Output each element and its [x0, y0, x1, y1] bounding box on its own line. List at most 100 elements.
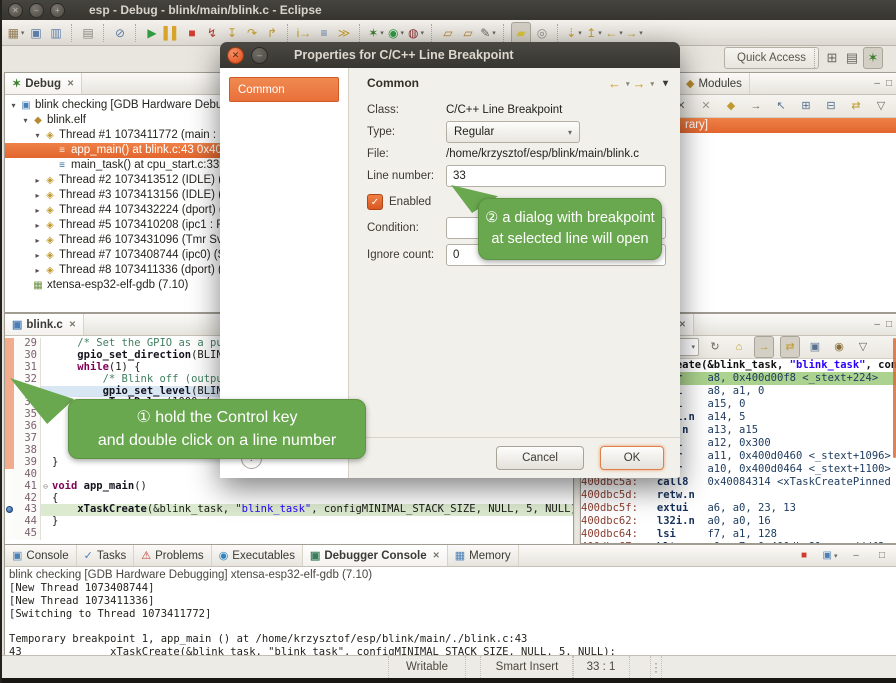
- save-icon[interactable]: ▣: [27, 23, 45, 43]
- editor-gutter[interactable]: [5, 433, 14, 445]
- open-perspective-icon[interactable]: ⊞: [823, 48, 841, 68]
- use-step-filters-icon[interactable]: ≫: [335, 23, 353, 43]
- expander-icon[interactable]: ▸: [32, 218, 43, 233]
- editor-gutter[interactable]: [5, 397, 14, 409]
- ok-button[interactable]: OK: [600, 446, 664, 470]
- line-number[interactable]: 40: [14, 469, 41, 481]
- suspend-icon[interactable]: ▌▌: [163, 23, 181, 43]
- new-wizard-icon[interactable]: ▦▾: [7, 23, 25, 43]
- tab-memory[interactable]: ▦Memory: [448, 545, 519, 566]
- maximize-icon[interactable]: □: [873, 546, 891, 566]
- instruction-stepping-icon[interactable]: i→: [295, 23, 313, 43]
- dialog-close-button[interactable]: ✕: [227, 47, 244, 64]
- expander-icon[interactable]: ▾: [20, 113, 31, 128]
- sidebar-item-common[interactable]: Common: [229, 77, 339, 102]
- expander-icon[interactable]: ▸: [32, 188, 43, 203]
- tab-problems[interactable]: ⚠Problems: [134, 545, 211, 566]
- cpp-perspective-icon[interactable]: ▤: [843, 48, 861, 68]
- step-into-icon[interactable]: ↧: [223, 23, 241, 43]
- editor-gutter[interactable]: [5, 445, 14, 457]
- expander-icon[interactable]: ▸: [32, 173, 43, 188]
- run-dropdown-icon[interactable]: ◉▾: [387, 23, 405, 43]
- refresh-icon[interactable]: ↻: [706, 337, 724, 357]
- previous-edit-location-icon[interactable]: ↥▾: [585, 23, 603, 43]
- back-icon[interactable]: ←: [608, 76, 621, 91]
- deselect-icon[interactable]: ↖: [772, 96, 790, 116]
- home-icon[interactable]: ⌂: [730, 337, 748, 357]
- linked-resources-icon[interactable]: ◎: [533, 23, 551, 43]
- save-all-icon[interactable]: ▥: [47, 23, 65, 43]
- view-menu-icon[interactable]: ▽: [872, 96, 890, 116]
- tab-modules[interactable]: ◆ Modules: [679, 73, 750, 94]
- new-view-icon[interactable]: ▣: [806, 337, 824, 357]
- window-minimize-button[interactable]: –: [29, 3, 44, 18]
- expander-icon[interactable]: ▾: [32, 128, 43, 143]
- status-drag-handle[interactable]: ⋮: [650, 656, 662, 678]
- back-icon[interactable]: ←▾: [605, 23, 623, 43]
- chevron-down-icon[interactable]: ▾: [650, 80, 654, 88]
- maximize-icon[interactable]: □: [886, 78, 892, 89]
- last-edit-location-icon[interactable]: ⇣▾: [565, 23, 583, 43]
- external-tools-dropdown-icon[interactable]: ◍▾: [407, 23, 425, 43]
- line-number[interactable]: 30: [14, 350, 41, 362]
- expander-icon[interactable]: ▸: [32, 248, 43, 263]
- line-number[interactable]: 45: [14, 528, 41, 540]
- load-symbols-icon[interactable]: ◆: [722, 96, 740, 116]
- minimize-icon[interactable]: –: [874, 319, 880, 330]
- expander-icon[interactable]: ▸: [32, 263, 43, 278]
- close-icon[interactable]: ✕: [67, 78, 74, 89]
- maximize-icon[interactable]: □: [886, 319, 892, 330]
- breakpoint-marker[interactable]: [5, 504, 14, 516]
- editor-gutter[interactable]: [5, 421, 14, 433]
- tab-executables[interactable]: ◉Executables: [212, 545, 303, 566]
- line-number[interactable]: 31: [14, 362, 41, 374]
- expander-icon[interactable]: ▾: [8, 98, 19, 113]
- annotate-icon[interactable]: ✎▾: [479, 23, 497, 43]
- quick-access-button[interactable]: Quick Access: [724, 47, 819, 69]
- close-icon[interactable]: ✕: [433, 550, 440, 561]
- editor-gutter[interactable]: [5, 457, 14, 469]
- track-expression-icon[interactable]: →: [754, 336, 774, 358]
- pin-icon[interactable]: ◉: [830, 337, 848, 357]
- collapse-all-icon[interactable]: ⊟: [822, 96, 840, 116]
- window-close-button[interactable]: ✕: [8, 3, 23, 18]
- editor-gutter[interactable]: [5, 386, 14, 398]
- editor-gutter[interactable]: [5, 516, 14, 528]
- tab-blink-c[interactable]: ▣ blink.c ✕: [5, 314, 84, 335]
- editor-gutter[interactable]: [5, 362, 14, 374]
- mark-occurrences-icon[interactable]: ▰: [511, 22, 531, 44]
- resume-icon[interactable]: ▶: [143, 23, 161, 43]
- remove-all-modules-icon[interactable]: ✕: [697, 96, 715, 116]
- line-number[interactable]: 41: [14, 481, 41, 493]
- binary-file-icon[interactable]: ▤: [79, 23, 97, 43]
- editor-gutter[interactable]: [5, 481, 14, 493]
- skip-all-breakpoints-icon[interactable]: ⊘: [111, 23, 129, 43]
- view-menu-icon[interactable]: ▾: [663, 78, 668, 89]
- type-dropdown[interactable]: Regular ▾: [446, 121, 580, 143]
- editor-gutter[interactable]: [5, 338, 14, 350]
- close-icon[interactable]: ✕: [69, 319, 76, 330]
- debug-perspective-icon[interactable]: ✶: [863, 47, 883, 69]
- dialog-minimize-button[interactable]: –: [251, 47, 268, 64]
- view-menu-icon[interactable]: ▽: [854, 337, 872, 357]
- tab-debugger-console[interactable]: ▣Debugger Console✕: [303, 545, 448, 566]
- step-over-icon[interactable]: ↷: [243, 23, 261, 43]
- line-number[interactable]: 39: [14, 457, 41, 469]
- window-maximize-button[interactable]: +: [50, 3, 65, 18]
- minimize-icon[interactable]: –: [874, 78, 880, 89]
- goto-file-icon[interactable]: →: [747, 96, 765, 116]
- cancel-button[interactable]: Cancel: [496, 446, 584, 470]
- debug-dropdown-icon[interactable]: ✶▾: [367, 23, 385, 43]
- editor-gutter[interactable]: [5, 493, 14, 505]
- import-folder-icon[interactable]: ▱: [459, 23, 477, 43]
- editor-gutter[interactable]: [5, 469, 14, 481]
- open-folder-icon[interactable]: ▱: [439, 23, 457, 43]
- minimize-icon[interactable]: –: [847, 546, 865, 566]
- expander-icon[interactable]: ▸: [32, 203, 43, 218]
- expander-icon[interactable]: ▸: [32, 233, 43, 248]
- tab-tasks[interactable]: ✓Tasks: [77, 545, 135, 566]
- editor-gutter[interactable]: [5, 409, 14, 421]
- tab-debug[interactable]: ✶ Debug ✕: [5, 73, 82, 94]
- disconnect-icon[interactable]: ↯: [203, 23, 221, 43]
- drop-to-frame-icon[interactable]: ≡: [315, 23, 333, 43]
